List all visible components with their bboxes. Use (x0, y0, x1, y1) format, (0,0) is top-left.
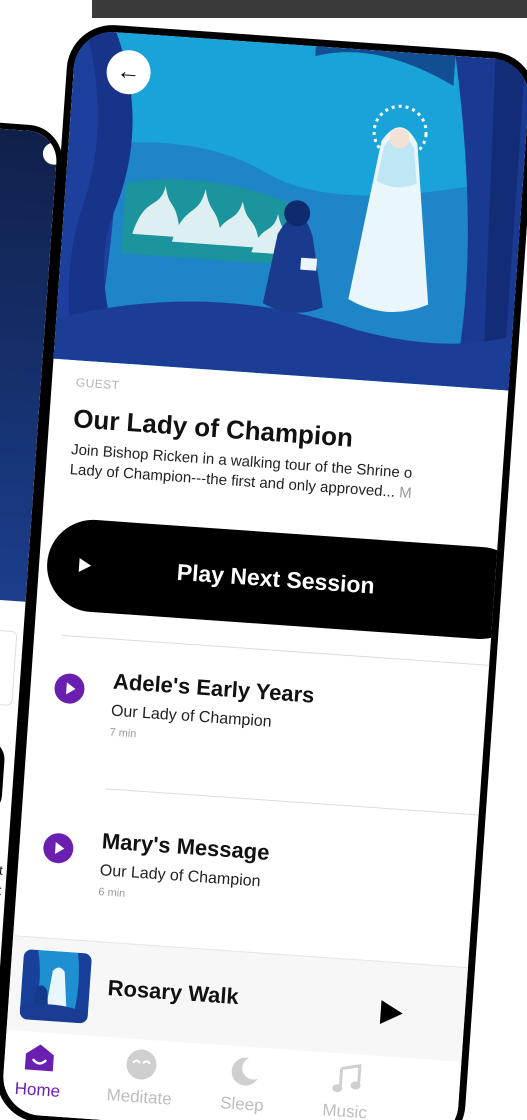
background-text-line: reat (0, 879, 2, 901)
session-details: GUEST Our Lady of Champion Join Bishop R… (69, 375, 527, 512)
background-play-button (0, 737, 6, 816)
background-photo-strip (92, 0, 527, 18)
session-item[interactable]: Adele's Early Years Our Lady of Champion… (53, 665, 495, 740)
phone-screen: ← GUEST Our Lady of Champion Join Bishop… (0, 22, 527, 1120)
music-note-icon (329, 1061, 365, 1097)
play-circle-icon[interactable] (53, 672, 86, 705)
now-playing-title: Rosary Walk (106, 975, 240, 1010)
background-text: t reat n to (0, 859, 3, 940)
tab-music-label: Music (321, 1100, 368, 1120)
tab-meditate[interactable]: Meditate (94, 1044, 188, 1110)
tab-sleep-label: Sleep (219, 1093, 265, 1116)
divider (105, 788, 495, 817)
tab-home[interactable]: Home (0, 1037, 86, 1103)
meditate-icon (123, 1046, 159, 1082)
divider (62, 634, 502, 667)
read-more-link[interactable]: M (399, 484, 413, 502)
session-duration: 7 min (109, 726, 137, 741)
session-title: Adele's Early Years (112, 668, 316, 708)
background-text-line: t (0, 862, 4, 878)
home-icon (22, 1039, 58, 1075)
background-text-line: n (0, 899, 1, 921)
tab-meditate-label: Meditate (105, 1085, 173, 1109)
play-circle-icon[interactable] (42, 832, 75, 865)
play-icon[interactable] (379, 1000, 404, 1026)
moon-icon (226, 1054, 262, 1090)
now-playing-thumbnail (19, 949, 93, 1024)
tab-music[interactable]: Music (299, 1059, 393, 1120)
play-next-session-button[interactable]: Play Next Session (44, 516, 527, 643)
play-icon (78, 557, 92, 573)
hero-illustration: ← (53, 29, 527, 391)
background-card (0, 629, 18, 707)
session-title: Mary's Message (101, 828, 271, 865)
rosary-walk-artwork-icon (19, 949, 93, 1024)
play-next-session-label: Play Next Session (176, 558, 376, 599)
session-duration: 6 min (97, 886, 126, 900)
tab-sleep[interactable]: Sleep (196, 1052, 290, 1118)
arrow-left-icon: ← (115, 57, 142, 87)
tab-home-label: Home (14, 1078, 61, 1101)
session-item[interactable]: Mary's Message Our Lady of Champion 6 mi… (42, 824, 484, 900)
